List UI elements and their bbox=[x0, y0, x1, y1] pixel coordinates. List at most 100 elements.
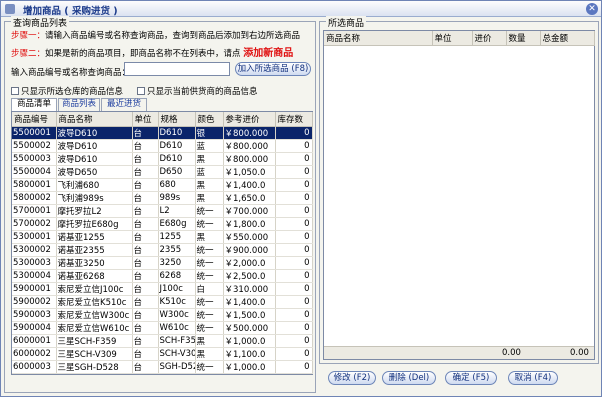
column-header[interactable]: 参考进价 bbox=[223, 112, 276, 127]
column-header[interactable]: 商品名称 bbox=[324, 31, 433, 46]
table-cell: E680g bbox=[158, 217, 196, 231]
table-row[interactable]: 5300001 诺基亚1255 台 1255 黑 ￥550.000 0 bbox=[12, 230, 313, 244]
table-cell: 0 bbox=[275, 204, 313, 218]
step-two-text: 如果是新的商品项目，即商品名称不在列表中，请点 bbox=[45, 49, 241, 59]
selected-products-group: 所选商品 商品名称 单位 进价 数量 总金额 0.00 0.00 bbox=[319, 16, 599, 364]
table-row[interactable]: 6000003三星SGH-D528台SGH-D528统一￥1,000.00 bbox=[12, 360, 313, 374]
column-header[interactable]: 总金额 bbox=[540, 31, 595, 46]
table-cell: 黑 bbox=[195, 230, 224, 244]
table-cell: 三星SCH-F359 bbox=[56, 334, 133, 348]
table-row[interactable]: 5700002 摩托罗拉E680g 台 E680g 统一 ￥1,800.0 0 bbox=[12, 217, 313, 231]
table-cell: 台 bbox=[132, 126, 159, 140]
table-cell: SCH-F359 bbox=[158, 334, 196, 348]
table-cell: ￥2,500.0 bbox=[223, 269, 276, 283]
table-cell: 统一 bbox=[195, 243, 224, 257]
table-cell: 3250 bbox=[158, 256, 196, 270]
table-cell: 统一 bbox=[195, 269, 224, 283]
table-row[interactable]: 6000001三星SCH-F359台SCH-F359黑￥1,000.00 bbox=[12, 334, 313, 348]
close-icon[interactable]: ✕ bbox=[586, 3, 598, 15]
table-cell: 波导D610 bbox=[56, 139, 133, 153]
column-header[interactable]: 数量 bbox=[506, 31, 541, 46]
table-cell: ￥310.000 bbox=[223, 282, 276, 296]
tab-product-catalog[interactable]: 商品列表 bbox=[58, 98, 100, 111]
column-header[interactable]: 单位 bbox=[432, 31, 473, 46]
column-header[interactable]: 商品编号 bbox=[12, 112, 57, 127]
table-cell: 三星SGH-D528 bbox=[56, 360, 133, 374]
table-cell: ￥1,000.0 bbox=[223, 334, 276, 348]
table-cell: 黑 bbox=[195, 178, 224, 192]
add-selected-button[interactable]: 加入所选商品 (F8) bbox=[235, 62, 311, 76]
table-cell: 索尼爱立信W610c bbox=[56, 321, 133, 335]
table-cell: 台 bbox=[132, 334, 159, 348]
table-row[interactable]: 5900004 索尼爱立信W610c 台 W610c 统一 ￥500.000 0 bbox=[12, 321, 313, 335]
table-cell: 5500001 bbox=[12, 126, 57, 140]
table-header-row: 商品编号 商品名称 单位 规格 颜色 参考进价 库存数 bbox=[12, 112, 313, 127]
table-cell: W610c bbox=[158, 321, 196, 335]
table-row[interactable]: 5500001 波导D610 台 D610 银 ￥800.000 0 bbox=[12, 126, 313, 140]
table-row[interactable]: 5500003 波导D610 台 D610 黑 ￥800.000 0 bbox=[12, 152, 313, 166]
table-cell: 6268 bbox=[158, 269, 196, 283]
column-header[interactable]: 单位 bbox=[132, 112, 159, 127]
checkbox-icon[interactable] bbox=[11, 87, 19, 95]
table-cell: 诺基亚2355 bbox=[56, 243, 133, 257]
table-row[interactable]: 5300002 诺基亚2355 台 2355 统一 ￥900.000 0 bbox=[12, 243, 313, 257]
table-cell: 0 bbox=[275, 243, 313, 257]
footer-quantity: 0.00 bbox=[502, 348, 521, 358]
table-row[interactable]: 5800001 飞利浦680 台 680 黑 ￥1,400.0 0 bbox=[12, 178, 313, 192]
table-cell: 5500004 bbox=[12, 165, 57, 179]
step-two-label: 步骤二： bbox=[11, 49, 46, 59]
table-cell: 统一 bbox=[195, 321, 224, 335]
delete-button[interactable]: 删除 (Del) bbox=[382, 371, 436, 385]
table-cell: 台 bbox=[132, 347, 159, 361]
table-cell: L2 bbox=[158, 204, 196, 218]
column-header[interactable]: 颜色 bbox=[195, 112, 224, 127]
table-cell: 三星SCH-V309 bbox=[56, 347, 133, 361]
column-header[interactable]: 进价 bbox=[472, 31, 507, 46]
table-cell: 0 bbox=[275, 191, 313, 205]
cancel-button[interactable]: 取消 (F4) bbox=[508, 371, 558, 385]
table-cell: ￥800.000 bbox=[223, 152, 276, 166]
table-row[interactable]: 6000002三星SCH-V309台SCH-V309黑￥1,100.00 bbox=[12, 347, 313, 361]
confirm-button[interactable]: 确定 (F5) bbox=[445, 371, 497, 385]
add-new-product-link[interactable]: 添加新商品 bbox=[243, 48, 293, 59]
column-header[interactable]: 库存数 bbox=[275, 112, 313, 127]
table-cell: D650 bbox=[158, 165, 196, 179]
step-one-hint: 步骤一：请输入商品编号或名称查询商品，查询到商品后添加到右边所选商品 bbox=[11, 29, 300, 41]
table-cell: 5700002 bbox=[12, 217, 57, 231]
table-cell: 0 bbox=[275, 334, 313, 348]
table-row[interactable]: 5900001 索尼爱立信J100c 台 J100c 白 ￥310.000 0 bbox=[12, 282, 313, 296]
summary-footer: 0.00 0.00 bbox=[324, 346, 594, 359]
table-cell: ￥800.000 bbox=[223, 139, 276, 153]
title-bar[interactable]: 增加商品 ( 采购进货 ) ✕ bbox=[1, 1, 601, 17]
table-row[interactable]: 5900002 索尼爱立信K510c 台 K510c 统一 ￥1,400.0 0 bbox=[12, 295, 313, 309]
table-row[interactable]: 5900003 索尼爱立信W300c 台 W300c 统一 ￥1,500.0 0 bbox=[12, 308, 313, 322]
table-cell: 索尼爱立信K510c bbox=[56, 295, 133, 309]
table-row[interactable]: 5500004 波导D650 台 D650 蓝 ￥1,050.0 0 bbox=[12, 165, 313, 179]
table-cell: 蓝 bbox=[195, 165, 224, 179]
checkbox-icon[interactable] bbox=[137, 87, 145, 95]
product-query-group: 查询商品列表 步骤一：请输入商品编号或名称查询商品，查询到商品后添加到右边所选商… bbox=[4, 16, 316, 393]
table-row[interactable]: 5300004 诺基亚6268 台 6268 统一 ￥2,500.0 0 bbox=[12, 269, 313, 283]
table-cell: 0 bbox=[275, 152, 313, 166]
query-group-legend: 查询商品列表 bbox=[11, 16, 70, 29]
table-row[interactable]: 5700001 摩托罗拉L2 台 L2 统一 ￥700.000 0 bbox=[12, 204, 313, 218]
table-cell: ￥700.000 bbox=[223, 204, 276, 218]
table-cell: 诺基亚1255 bbox=[56, 230, 133, 244]
table-cell: J100c bbox=[158, 282, 196, 296]
edit-button[interactable]: 修改 (F2) bbox=[328, 371, 376, 385]
supplier-filter-checkbox[interactable]: 只显示当前供货商的商品信息 bbox=[137, 85, 258, 97]
stock-filter-checkbox[interactable]: 只显示所选仓库的商品信息 bbox=[11, 85, 123, 97]
footer-total: 0.00 bbox=[570, 348, 589, 358]
search-label: 输入商品编号或名称查询商品： bbox=[11, 68, 131, 78]
table-row[interactable]: 5800002 飞利浦989s 台 989s 黑 ￥1,650.0 0 bbox=[12, 191, 313, 205]
selected-group-legend: 所选商品 bbox=[326, 16, 367, 29]
tab-product-list[interactable]: 商品清单 bbox=[11, 98, 57, 111]
table-cell: 0 bbox=[275, 165, 313, 179]
tab-recent-purchases[interactable]: 最近进货 bbox=[101, 98, 147, 111]
search-input[interactable] bbox=[124, 62, 230, 76]
table-cell: ￥1,100.0 bbox=[223, 347, 276, 361]
table-row[interactable]: 5300003 诺基亚3250 台 3250 统一 ￥2,000.0 0 bbox=[12, 256, 313, 270]
table-row[interactable]: 5500002 波导D610 台 D610 蓝 ￥800.000 0 bbox=[12, 139, 313, 153]
column-header[interactable]: 商品名称 bbox=[56, 112, 133, 127]
column-header[interactable]: 规格 bbox=[158, 112, 196, 127]
